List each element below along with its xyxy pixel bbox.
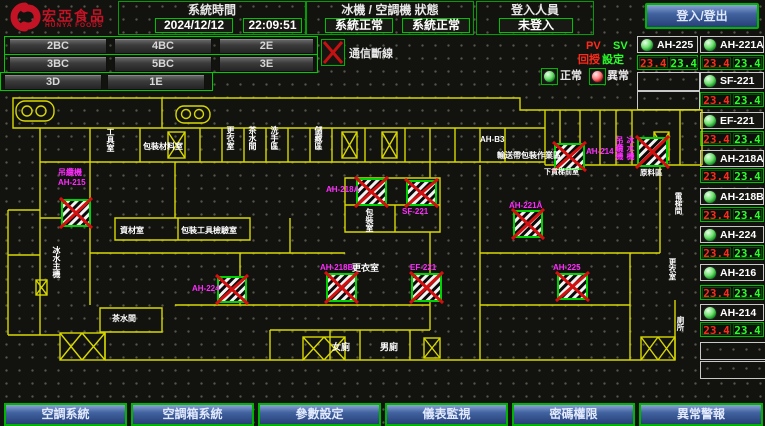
brand-name-en: HUNYA FOODS <box>45 22 103 29</box>
equipment-label: 吊纜機 <box>58 168 82 177</box>
room-label: 下貨梯前室 <box>544 168 579 177</box>
room-label: 儲藏區 <box>314 126 323 150</box>
hunya-logo-icon <box>4 1 42 33</box>
room-label: 廁所 <box>676 316 685 331</box>
room-label: 輸送帶包裝作業區 <box>497 151 561 160</box>
equipment-ah-224[interactable] <box>216 275 248 304</box>
login-section: 登入人員 未登入 <box>476 1 594 35</box>
machine-status-label: 冰機 / 空調機 狀態 <box>307 3 473 17</box>
floor-plan <box>0 0 765 426</box>
system-time-section: 系統時間 2024/12/12 22:09:51 <box>118 1 306 35</box>
equipment-label: AH-214 <box>586 147 614 156</box>
equipment-label: 吊纜機 <box>615 136 624 160</box>
equipment-label: AH-224 <box>192 284 220 293</box>
logo: 宏亞食品 HUNYA FOODS <box>2 1 116 33</box>
equipment-hoist-chiller[interactable] <box>636 136 669 168</box>
login-logout-button[interactable]: 登入/登出 <box>645 3 759 29</box>
room-label: AH-B3 <box>480 135 504 144</box>
login-label: 登入人員 <box>477 3 593 17</box>
equipment-label: AH-215 <box>58 178 86 187</box>
login-user-value: 未登入 <box>499 18 573 33</box>
equipment-ah-218b[interactable] <box>325 272 358 303</box>
room-label: 工具室 <box>106 128 115 152</box>
room-label: 電梯間 <box>674 192 683 215</box>
room-label: 男廁 <box>380 343 398 352</box>
room-label: 冰水主機 <box>52 246 61 278</box>
room-label: 包裝室 <box>365 208 374 232</box>
equipment-label: 冰水機 <box>626 136 635 160</box>
equipment-sf-221[interactable] <box>405 179 438 207</box>
header-bar: 宏亞食品 HUNYA FOODS 系統時間 2024/12/12 22:09:5… <box>0 0 765 35</box>
room-label: 茶水間 <box>112 314 136 323</box>
room-label: 原料區 <box>640 168 663 177</box>
system-date-value: 2024/12/12 <box>155 18 233 33</box>
equipment-label: EF-221 <box>410 263 436 272</box>
equipment-label: SF-221 <box>402 207 428 216</box>
room-label: 洗手區 <box>270 126 279 150</box>
room-label: 更衣室 <box>668 258 677 281</box>
equipment-ah-218a[interactable] <box>355 177 388 207</box>
equipment-ah-215[interactable] <box>60 198 92 228</box>
room-label: 更衣室 <box>226 126 235 150</box>
escalator-icon <box>16 101 210 123</box>
room-label: 茶水間 <box>248 126 257 150</box>
ac-status-value: 系統正常 <box>402 18 470 33</box>
equipment-label: AH-218A <box>326 185 359 194</box>
equipment-ah-221a[interactable] <box>512 209 544 239</box>
room-label: 更衣室 <box>352 264 379 273</box>
machine-status-section: 冰機 / 空調機 狀態 系統正常 系統正常 <box>306 1 474 35</box>
equipment-ef-221[interactable] <box>410 272 443 303</box>
equipment-label: AH-225 <box>553 263 581 272</box>
equipment-label: AH-218B <box>320 263 353 272</box>
system-clock-value: 22:09:51 <box>243 18 302 33</box>
room-label: 包裝材料室 <box>143 142 183 151</box>
equipment-label: AH-221A <box>509 201 542 210</box>
room-label: 包裝工具檢驗室 <box>181 226 237 235</box>
scada-screen: { "header": { "logo": {"brand": "宏亞食品", … <box>0 0 765 426</box>
equipment-ah-225[interactable] <box>556 272 589 301</box>
chiller-status-value: 系統正常 <box>325 18 393 33</box>
room-label: 女廁 <box>332 343 350 352</box>
system-time-label: 系統時間 <box>119 3 305 17</box>
room-label: 資材室 <box>120 226 144 235</box>
